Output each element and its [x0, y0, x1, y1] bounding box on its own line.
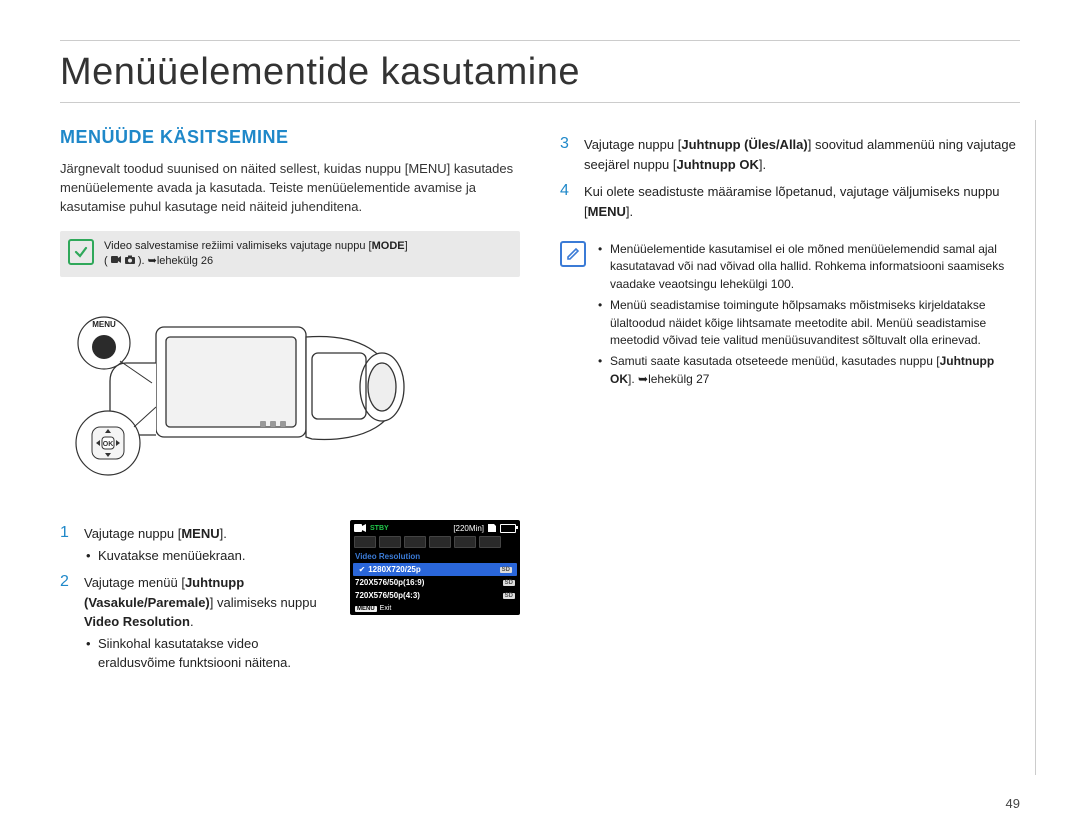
note-text-b: ] [405, 240, 408, 252]
rule-under-title [60, 102, 1020, 103]
lcd-status-bar: STBY [220Min] [350, 520, 520, 534]
section-heading: MENÜÜDE KÄSITSEMINE [60, 127, 520, 148]
step-2-c: . [190, 614, 194, 629]
step-3-body: Vajutage nuppu [Juhtnupp (Üles/Alla)] so… [584, 135, 1020, 174]
photo-mode-icon [125, 255, 135, 264]
lcd-tab [429, 536, 451, 548]
step-2-target: Video Resolution [84, 614, 190, 629]
step-3-ok: Juhtnupp OK [677, 157, 759, 172]
sd-badge: SD [500, 567, 512, 573]
note-mode: MODE [372, 240, 405, 252]
battery-icon [500, 524, 516, 533]
step-2-body: Vajutage menüü [Juhtnupp (Vasakule/Parem… [84, 573, 332, 673]
lcd-exit-row: MENU Exit [350, 602, 520, 615]
step-3-c: ]. [759, 157, 766, 172]
sd-badge: SD [503, 593, 515, 599]
right-column: 3 Vajutage nuppu [Juhtnupp (Üles/Alla)] … [560, 127, 1020, 681]
video-mode-icon [111, 255, 122, 264]
step-1-menu: MENU [181, 526, 219, 541]
step-4-body: Kui olete seadistuste määramise lõpetanu… [584, 182, 1020, 221]
note-text-a: Video salvestamise režiimi valimiseks va… [104, 240, 372, 252]
step-2: 2 Vajutage menüü [Juhtnupp (Vasakule/Par… [60, 573, 332, 673]
info-bullet-2: Menüü seadistamise toimingute hõlpsamaks… [596, 297, 1020, 349]
video-icon [354, 523, 366, 533]
step-4-a: Kui olete seadistuste määramise lõpetanu… [584, 184, 1000, 219]
lcd-tab [404, 536, 426, 548]
step-2-bullet: Siinkohal kasutatakse video eraldusvõime… [84, 634, 332, 673]
step-1: 1 Vajutage nuppu [MENU]. Kuvatakse menüü… [60, 524, 332, 565]
info-b3-b: ]. [628, 372, 638, 386]
lcd-row: 720X576/50p(4:3) SD [350, 589, 520, 602]
step-3-ctrl: Juhtnupp (Üles/Alla) [681, 137, 807, 152]
lcd-tab [479, 536, 501, 548]
lcd-row-2: 720X576/50p(4:3) [355, 591, 420, 600]
info-b3-ref: lehekülg 27 [648, 372, 709, 386]
step-2-b: ] valimiseks nuppu [210, 595, 317, 610]
two-column-layout: MENÜÜDE KÄSITSEMINE Järgnevalt toodud su… [60, 127, 1020, 681]
lcd-row-selected: ✔ 1280X720/25p SD [353, 563, 517, 576]
check-icon [68, 239, 94, 265]
step-3-number: 3 [560, 135, 572, 174]
note-page-ref: lehekülg 26 [157, 255, 213, 267]
step-2-a: Vajutage menüü [ [84, 575, 185, 590]
lcd-menu-title: Video Resolution [350, 550, 520, 563]
lcd-preview: STBY [220Min] [350, 520, 520, 615]
page-number: 49 [1006, 796, 1020, 811]
rec-time: [220Min] [453, 524, 484, 533]
info-b3-a: Samuti saate kasutada otseteede menüüd, … [610, 354, 940, 368]
info-note: Menüüelementide kasutamisel ei ole mõned… [560, 237, 1020, 392]
intro-paragraph: Järgnevalt toodud suunised on näited sel… [60, 160, 520, 217]
rule-top [60, 40, 1020, 41]
stby-label: STBY [370, 525, 389, 532]
lcd-tab [354, 536, 376, 548]
lcd-tab [454, 536, 476, 548]
step-1-number: 1 [60, 524, 72, 565]
left-steps-text: 1 Vajutage nuppu [MENU]. Kuvatakse menüü… [60, 516, 332, 681]
card-icon [487, 524, 497, 532]
left-steps-row: 1 Vajutage nuppu [MENU]. Kuvatakse menüü… [60, 516, 520, 681]
left-column: MENÜÜDE KÄSITSEMINE Järgnevalt toodud su… [60, 127, 520, 681]
step-4: 4 Kui olete seadistuste määramise lõpeta… [560, 182, 1020, 221]
lcd-row-1: 720X576/50p(16:9) [355, 578, 424, 587]
lcd-row: 720X576/50p(16:9) SD [350, 576, 520, 589]
mode-note: Video salvestamise režiimi valimiseks va… [60, 231, 520, 278]
menu-button-label: MENU [92, 320, 116, 329]
right-margin-rule [1035, 120, 1036, 775]
check-icon: ✔ [358, 566, 366, 574]
step-1-bullet: Kuvatakse menüüekraan. [84, 546, 245, 566]
step-1-body: Vajutage nuppu [MENU]. Kuvatakse menüüek… [84, 524, 245, 565]
info-list: Menüüelementide kasutamisel ei ole mõned… [596, 237, 1020, 392]
manual-page: Menüüelementide kasutamine MENÜÜDE KÄSIT… [0, 0, 1080, 825]
step-4-number: 4 [560, 182, 572, 221]
info-bullet-1: Menüüelementide kasutamisel ei ole mõned… [596, 241, 1020, 293]
camcorder-illustration: MENU OK [60, 293, 420, 493]
exit-label: Exit [380, 605, 392, 612]
lcd-tabs [350, 534, 520, 550]
menu-chip: MENU [355, 606, 377, 612]
sd-badge: SD [503, 580, 515, 586]
lcd-tab [379, 536, 401, 548]
step-3: 3 Vajutage nuppu [Juhtnupp (Üles/Alla)] … [560, 135, 1020, 174]
info-bullet-3: Samuti saate kasutada otseteede menüüd, … [596, 353, 1020, 388]
page-title: Menüüelementide kasutamine [60, 51, 1020, 94]
step-3-a: Vajutage nuppu [ [584, 137, 681, 152]
step-4-menu: MENU [588, 204, 626, 219]
pencil-note-icon [560, 241, 586, 267]
step-2-number: 2 [60, 573, 72, 673]
lcd-row-0: 1280X720/25p [368, 565, 421, 574]
step-4-b: ]. [626, 204, 633, 219]
ok-button-label: OK [103, 441, 114, 448]
